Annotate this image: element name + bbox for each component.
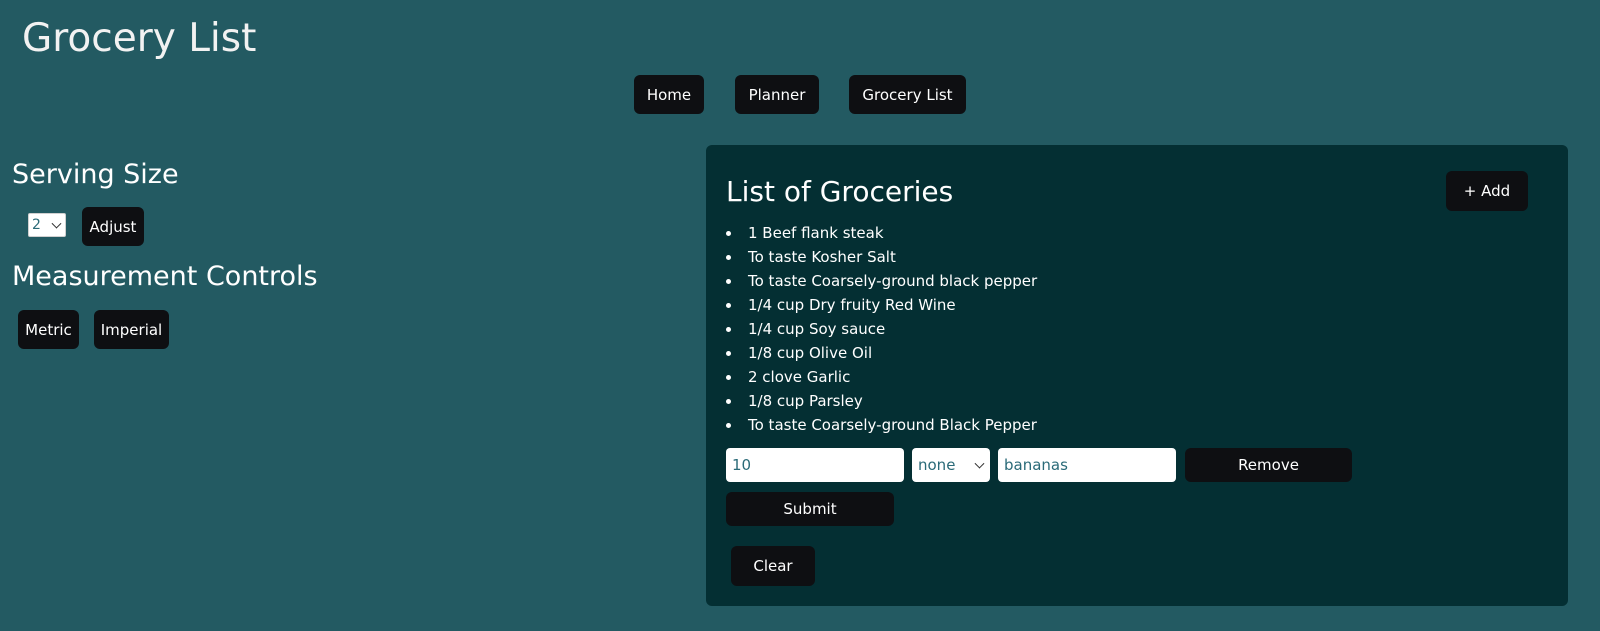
grocery-list: 1 Beef flank steak To taste Kosher Salt … <box>725 221 1037 437</box>
unit-select[interactable]: none <box>912 448 990 482</box>
add-button[interactable]: + Add <box>1446 171 1528 211</box>
metric-button[interactable]: Metric <box>18 310 79 349</box>
list-item: 1/8 cup Olive Oil <box>725 341 1037 365</box>
remove-button[interactable]: Remove <box>1185 448 1352 482</box>
unit-value: none <box>918 456 956 474</box>
list-item: To taste Coarsely-ground black pepper <box>725 269 1037 293</box>
serving-size-heading: Serving Size <box>12 159 179 190</box>
list-item: 1/4 cup Dry fruity Red Wine <box>725 293 1037 317</box>
adjust-button[interactable]: Adjust <box>82 207 144 246</box>
list-item: 1 Beef flank steak <box>725 221 1037 245</box>
measurement-controls-heading: Measurement Controls <box>12 261 318 292</box>
chevron-down-icon <box>51 218 62 229</box>
quantity-input[interactable]: 10 <box>726 448 904 482</box>
serving-size-value: 2 <box>32 217 41 233</box>
clear-button[interactable]: Clear <box>731 546 815 586</box>
serving-size-select[interactable]: 2 <box>28 213 66 237</box>
imperial-button[interactable]: Imperial <box>94 310 169 349</box>
list-item: To taste Coarsely-ground Black Pepper <box>725 413 1037 437</box>
page: Grocery List Home Planner Grocery List S… <box>0 0 1600 631</box>
chevron-down-icon <box>974 458 985 469</box>
nav-grocery-list-button[interactable]: Grocery List <box>849 75 966 114</box>
nav-home-button[interactable]: Home <box>634 75 704 114</box>
item-name-input[interactable]: bananas <box>998 448 1176 482</box>
submit-button[interactable]: Submit <box>726 492 894 526</box>
nav-planner-button[interactable]: Planner <box>735 75 819 114</box>
page-title: Grocery List <box>22 16 257 61</box>
item-name-value: bananas <box>1004 456 1068 474</box>
list-item: 1/4 cup Soy sauce <box>725 317 1037 341</box>
quantity-value: 10 <box>732 456 752 474</box>
list-item: To taste Kosher Salt <box>725 245 1037 269</box>
list-item: 2 clove Garlic <box>725 365 1037 389</box>
list-item: 1/8 cup Parsley <box>725 389 1037 413</box>
groceries-heading: List of Groceries <box>726 175 954 208</box>
